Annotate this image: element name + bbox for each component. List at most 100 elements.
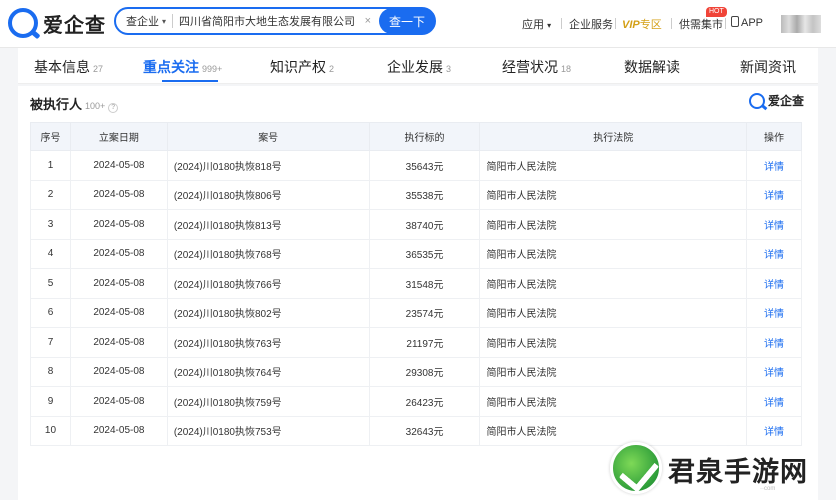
enforcement-court: 简阳市人民法院 [479,327,748,358]
details-link[interactable]: 详情 [746,386,802,417]
clear-icon[interactable]: × [365,15,371,27]
row-number: 10 [30,415,71,446]
tab-key-focus[interactable]: 重点关注 999+ [143,57,222,77]
row-number: 6 [30,297,71,328]
table-row: 7 2024-05-08 (2024)川0180执恢763号 21197元 简阳市人民法… [30,327,802,358]
table-row: 1 2024-05-08 (2024)川0180执恢818号 35643元 简阳市人民法… [30,150,802,181]
active-tab-indicator [162,80,218,82]
logo-magnifier-icon [8,8,38,38]
enforcement-amount: 38740元 [368,209,481,240]
filing-date: 2024-05-08 [69,150,168,181]
details-link[interactable]: 详情 [746,179,802,210]
tab-count: 18 [561,64,572,74]
search-input[interactable] [179,15,365,27]
filing-date: 2024-05-08 [69,268,168,299]
details-link[interactable]: 详情 [746,297,802,328]
tab-label: 数据解读 [624,59,680,75]
case-number: (2024)川0180执恢802号 [166,297,370,328]
details-link[interactable]: 详情 [746,238,802,269]
tab-label: 重点关注 [143,59,199,75]
nav-app-download[interactable]: APP [731,16,763,29]
hot-badge: HOT [706,7,727,17]
tab-operations[interactable]: 经营状况 18 [502,57,571,77]
tab-development[interactable]: 企业发展 3 [387,57,451,77]
search-button[interactable]: 查一下 [379,8,435,34]
details-link[interactable]: 详情 [746,327,802,358]
tab-count: 3 [446,64,452,74]
enforcement-amount: 35538元 [368,179,481,210]
tab-count: 27 [93,64,104,74]
nav-enterprise-service[interactable]: 企业服务 [569,16,613,32]
logo-text: 爱企查 [43,14,106,37]
filing-date: 2024-05-08 [69,386,168,417]
enforcement-court: 简阳市人民法院 [479,179,748,210]
caret-down-icon: ▾ [162,16,167,26]
row-number: 7 [30,327,71,358]
row-number: 1 [30,150,71,181]
tab-label: 新闻资讯 [740,59,796,75]
column-header: 执行标的 [368,122,481,151]
tab-basic-info[interactable]: 基本信息 27 [34,57,103,77]
search-type-select[interactable]: 查企业 ▾ [116,13,166,29]
filing-date: 2024-05-08 [69,356,168,387]
tab-label: 基本信息 [34,59,90,75]
column-header: 案号 [166,122,370,151]
case-number: (2024)川0180执恢764号 [166,356,370,387]
user-avatar[interactable] [781,15,821,33]
enforcement-court: 简阳市人民法院 [479,386,748,417]
tab-label: 经营状况 [502,59,558,75]
column-header: 操作 [746,122,802,151]
nav-supply-market[interactable]: 供需集市 [679,16,723,32]
tab-ip[interactable]: 知识产权 2 [270,57,334,77]
judgment-debtor-section: 被执行人 100+? 爱企查 序号 立案日期 案号 执行标的 执行法院 操作 12… [18,86,818,500]
enforcement-court: 简阳市人民法院 [479,356,748,387]
tab-label: 知识产权 [270,59,326,75]
details-link[interactable]: 详情 [746,150,802,181]
filing-date: 2024-05-08 [69,415,168,446]
enforcement-court: 简阳市人民法院 [479,150,748,181]
help-icon[interactable]: ? [108,103,119,113]
debtor-table: 序号 立案日期 案号 执行标的 执行法院 操作 1 2024-05-08 (2024… [30,122,802,446]
tab-count: 2 [329,64,335,74]
row-number: 8 [30,356,71,387]
site-watermark: 君泉手游网 ··com [610,440,836,500]
watermark-text: 君泉手游网 [668,457,808,488]
site-logo[interactable]: 爱企查 [8,8,106,38]
nav-apps-label: 应用 [522,19,544,31]
tab-news[interactable]: 新闻资讯 [740,57,796,77]
filing-date: 2024-05-08 [69,297,168,328]
details-link[interactable]: 详情 [746,209,802,240]
case-number: (2024)川0180执恢753号 [166,415,370,446]
enforcement-amount: 29308元 [368,356,481,387]
tab-bar: 基本信息 27 重点关注 999+ 知识产权 2 企业发展 3 经营状况 18 数据解读 … [18,48,818,84]
details-link[interactable]: 详情 [746,356,802,387]
table-row: 6 2024-05-08 (2024)川0180执恢802号 23574元 简阳市人民法… [30,297,802,328]
enforcement-amount: 31548元 [368,268,481,299]
table-header-row: 序号 立案日期 案号 执行标的 执行法院 操作 [30,122,802,151]
search-bar: 查企业 ▾ × 查一下 [114,7,436,35]
filing-date: 2024-05-08 [69,327,168,358]
details-link[interactable]: 详情 [746,268,802,299]
phone-icon [731,16,739,27]
divider [671,18,672,29]
column-header: 序号 [30,122,71,151]
nav-apps[interactable]: 应用 ▾ [522,16,551,32]
case-number: (2024)川0180执恢806号 [166,179,370,210]
table-row: 4 2024-05-08 (2024)川0180执恢768号 36535元 简阳市人民法… [30,238,802,269]
case-number: (2024)川0180执恢763号 [166,327,370,358]
divider [172,14,174,28]
nav-vip-zone[interactable]: VIP专区 [622,16,662,32]
enforcement-amount: 35643元 [368,150,481,181]
filing-date: 2024-05-08 [69,238,168,269]
table-row: 5 2024-05-08 (2024)川0180执恢766号 31548元 简阳市人民法… [30,268,802,299]
enforcement-amount: 26423元 [368,386,481,417]
enforcement-amount: 36535元 [368,238,481,269]
brand-logo: 爱企查 [748,92,804,109]
row-number: 4 [30,238,71,269]
brand-text: 爱企查 [767,94,804,108]
section-title-label: 被执行人 [30,97,83,112]
row-number: 2 [30,179,71,210]
vip-zone-label: 专区 [639,19,662,31]
vip-label: VIP [622,19,640,31]
tab-data-analysis[interactable]: 数据解读 [624,57,680,77]
